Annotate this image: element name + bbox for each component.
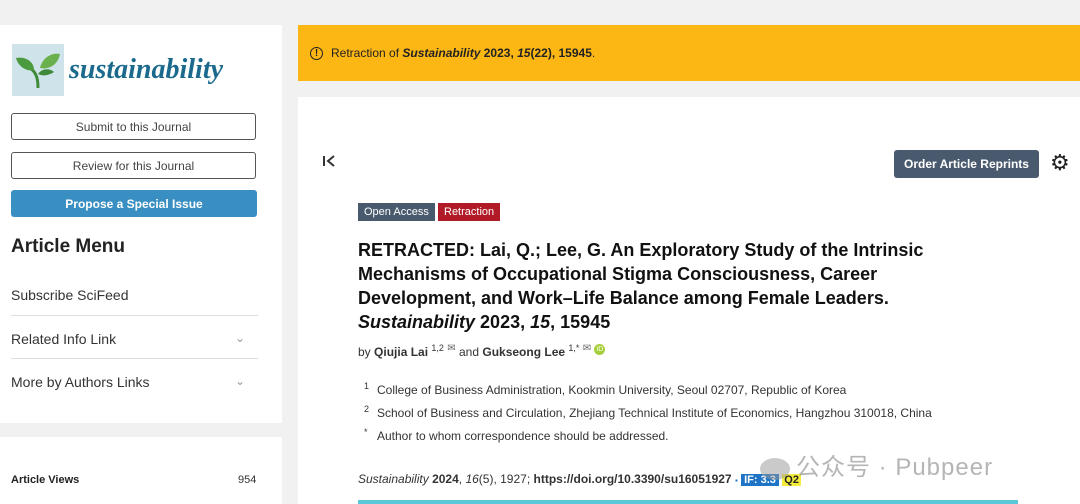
affiliation-item: * Author to whom correspondence should be… [364, 427, 669, 443]
affiliation-item: 2 School of Business and Circulation, Zhe… [364, 404, 932, 420]
article-views-label: Article Views [11, 474, 80, 486]
orcid-icon[interactable]: iD [594, 344, 606, 355]
title-volume: 15 [530, 312, 551, 332]
author-link[interactable]: Gukseong Lee [482, 345, 565, 359]
citation-volume: 16 [465, 472, 479, 486]
journal-logo-text: sustainability [69, 54, 224, 85]
title-journal: Sustainability [358, 312, 476, 332]
affiliation-number: * [364, 427, 368, 437]
banner-issue: (22) [530, 46, 552, 60]
chevron-down-icon: ⌄ [234, 374, 245, 388]
affiliation-number: 1 [364, 381, 370, 391]
menu-item-label: Related Info Link [11, 331, 117, 347]
banner-volume: 15 [517, 46, 531, 60]
menu-item-label: More by Authors Links [11, 374, 150, 390]
citation-year: 2024 [432, 472, 459, 486]
info-icon: ! [310, 46, 323, 60]
email-icon[interactable]: ✉ [583, 343, 591, 354]
wechat-icon [760, 457, 790, 480]
order-reprints-button[interactable]: Order Article Reprints [894, 150, 1039, 178]
leaf-logo-icon [12, 44, 64, 96]
journal-logo[interactable]: sustainability [12, 44, 232, 98]
collapse-sidebar-icon[interactable] [322, 153, 338, 174]
author-affil-sup: 1,2 [431, 343, 444, 353]
watermark: 公众号 · Pubpeer [760, 447, 993, 482]
menu-item-subscribe-scifeed[interactable]: Subscribe SciFeed [11, 287, 257, 303]
banner-end: . [591, 46, 596, 60]
doi-link[interactable]: https://doi.org/10.3390/su16051927 [534, 472, 732, 486]
affiliation-number: 2 [364, 404, 370, 414]
gear-icon[interactable]: ⚙ [1050, 152, 1070, 174]
author-affil-sup: 1,* [568, 343, 580, 353]
menu-divider [11, 358, 258, 359]
banner-article: 15945 [558, 46, 592, 60]
open-access-badge: Open Access [358, 203, 435, 221]
affiliation-text: College of Business Administration, Kook… [377, 383, 847, 397]
banner-year: 2023 [483, 46, 511, 60]
menu-divider [11, 315, 258, 316]
banner-prefix: Retraction of [331, 46, 403, 60]
propose-special-issue-button[interactable]: Propose a Special Issue [11, 190, 257, 217]
menu-item-related-info[interactable]: Related Info Link ⌄ [11, 331, 257, 347]
author-line: by Qiujia Lai 1,2 ✉ and Gukseong Lee 1,*… [358, 343, 606, 359]
retraction-badge: Retraction [438, 203, 501, 221]
chevron-down-icon: ⌄ [234, 331, 245, 345]
affiliation-item: 1 College of Business Administration, Koo… [364, 381, 846, 397]
watermark-text: 公众号 · Pubpeer [796, 454, 994, 481]
copy-icon[interactable]: ▪ [735, 476, 738, 485]
article-menu-title: Article Menu [11, 236, 126, 257]
review-button[interactable]: Review for this Journal [11, 152, 256, 179]
retraction-banner: ! Retraction of Sustainability 2023, 15(… [298, 25, 1080, 81]
title-year: 2023 [480, 312, 521, 332]
abstract-box-top [358, 500, 1018, 504]
affiliation-text: School of Business and Circulation, Zhej… [377, 406, 932, 420]
submit-button[interactable]: Submit to this Journal [11, 113, 256, 140]
title-main: RETRACTED: Lai, Q.; Lee, G. An Explorato… [358, 240, 924, 308]
affiliation-text: Author to whom correspondence should be … [377, 429, 669, 443]
menu-item-more-by-authors[interactable]: More by Authors Links ⌄ [11, 374, 257, 390]
menu-item-label: Subscribe SciFeed [11, 287, 129, 303]
banner-journal: Sustainability [402, 46, 481, 60]
citation-journal: Sustainability [358, 472, 429, 486]
by-label: by [358, 345, 371, 359]
article-title: RETRACTED: Lai, Q.; Lee, G. An Explorato… [358, 240, 924, 332]
article-metrics-panel [0, 437, 282, 504]
and-label: and [458, 345, 480, 359]
article-views-value: 954 [238, 474, 257, 486]
citation-issue: (5), 1927; [478, 472, 534, 486]
citation-line: Sustainability 2024, 16(5), 1927; https:… [358, 472, 801, 486]
author-link[interactable]: Qiujia Lai [374, 345, 428, 359]
retraction-notice[interactable]: Retraction of Sustainability 2023, 15(22… [331, 46, 595, 60]
title-article-number: 15945 [560, 312, 611, 332]
email-icon[interactable]: ✉ [447, 343, 455, 354]
